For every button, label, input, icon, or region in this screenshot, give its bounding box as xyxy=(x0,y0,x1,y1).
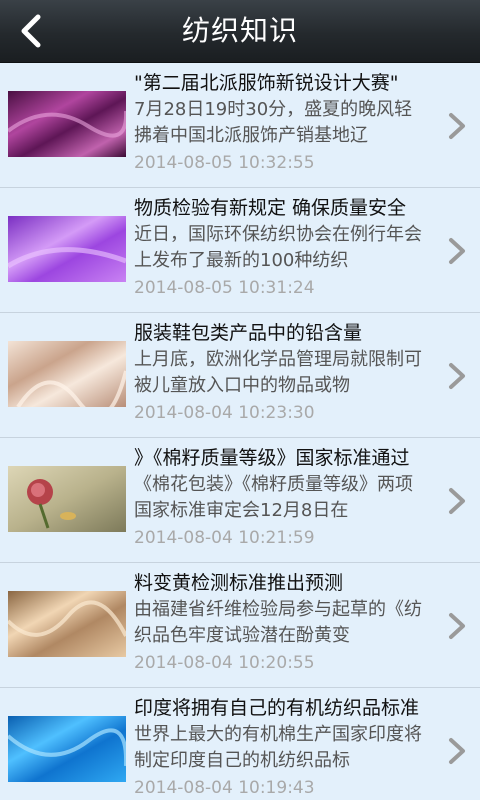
article-summary: 《棉花包装》《棉籽质量等级》两项国家标准审定会12月8日在 xyxy=(134,474,413,521)
list-item[interactable]: 印度将拥有自己的有机纺织品标准 世界上最大的有机棉生产国家印度将制定印度自己的机… xyxy=(0,688,480,800)
title-bar: 纺织知识 xyxy=(0,0,480,63)
article-thumbnail xyxy=(8,341,126,407)
article-list[interactable]: "第二届北派服饰新锐设计大赛" 7月28日19时30分，盛夏的晚风轻拂着中国北派… xyxy=(0,63,480,800)
article-thumbnail xyxy=(8,466,126,532)
article-date: 2014-08-04 10:20:55 xyxy=(134,653,315,673)
list-item[interactable]: "第二届北派服饰新锐设计大赛" 7月28日19时30分，盛夏的晚风轻拂着中国北派… xyxy=(0,63,480,188)
article-headline: 服装鞋包类产品中的铅含量 xyxy=(134,322,363,344)
article-headline: 物质检验有新规定 确保质量安全 xyxy=(134,197,407,219)
article-summary: 世界上最大的有机棉生产国家印度将制定印度自己的机纺织品标 xyxy=(134,724,422,771)
article-summary: 近日，国际环保纺织协会在例行年会上发布了最新的100种纺织 xyxy=(134,224,422,271)
list-item[interactable]: 服装鞋包类产品中的铅含量 上月底，欧洲化学品管理局就限制可被儿童放入口中的物品或… xyxy=(0,313,480,438)
article-headline: 》《棉籽质量等级》国家标准通过 xyxy=(134,447,410,469)
article-summary: 由福建省纤维检验局参与起草的《纺织品色牢度试验潜在酚黄变 xyxy=(134,599,422,646)
chevron-right-icon xyxy=(449,488,465,514)
page-title: 纺织知识 xyxy=(181,14,298,47)
article-thumbnail xyxy=(8,91,126,157)
list-item[interactable]: 》《棉籽质量等级》国家标准通过 《棉花包装》《棉籽质量等级》两项国家标准审定会1… xyxy=(0,438,480,563)
list-item[interactable]: 物质检验有新规定 确保质量安全 近日，国际环保纺织协会在例行年会上发布了最新的1… xyxy=(0,188,480,313)
chevron-right-icon xyxy=(449,238,465,264)
article-date: 2014-08-05 10:32:55 xyxy=(134,153,315,173)
article-headline: "第二届北派服饰新锐设计大赛" xyxy=(134,72,399,94)
article-date: 2014-08-04 10:23:30 xyxy=(134,403,315,423)
article-date: 2014-08-04 10:19:43 xyxy=(134,778,315,798)
article-thumbnail xyxy=(8,716,126,782)
chevron-right-icon xyxy=(449,363,465,389)
article-date: 2014-08-05 10:31:24 xyxy=(134,278,315,298)
article-thumbnail xyxy=(8,591,126,657)
article-headline: 印度将拥有自己的有机纺织品标准 xyxy=(134,697,420,719)
article-summary: 7月28日19时30分，盛夏的晚风轻拂着中国北派服饰产销基地辽 xyxy=(134,99,413,146)
article-summary: 上月底，欧洲化学品管理局就限制可被儿童放入口中的物品或物 xyxy=(134,349,422,396)
article-thumbnail xyxy=(8,216,126,282)
chevron-right-icon xyxy=(449,613,465,639)
chevron-right-icon xyxy=(449,113,465,139)
list-item[interactable]: 料变黄检测标准推出预测 由福建省纤维检验局参与起草的《纺织品色牢度试验潜在酚黄变… xyxy=(0,563,480,688)
article-date: 2014-08-04 10:21:59 xyxy=(134,528,315,548)
chevron-right-icon xyxy=(449,738,465,764)
article-headline: 料变黄检测标准推出预测 xyxy=(134,572,344,594)
